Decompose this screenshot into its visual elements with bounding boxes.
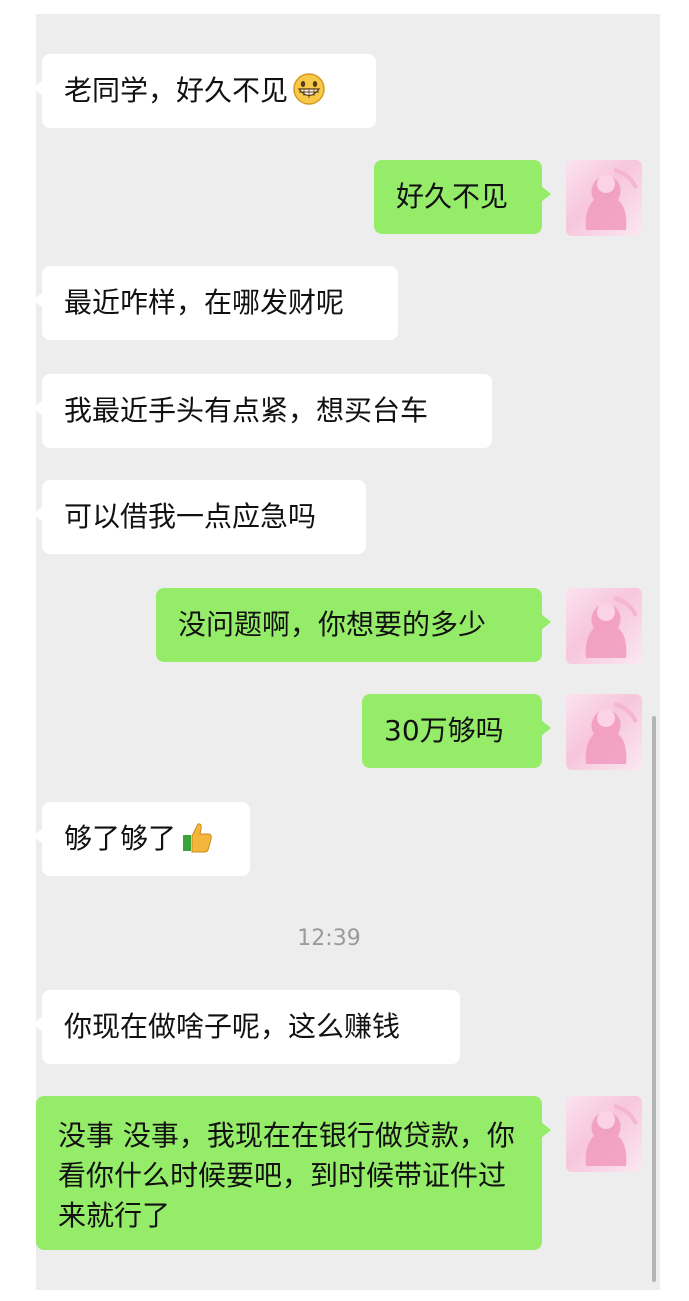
message-row-incoming: 最近咋样，在哪发财呢 xyxy=(33,266,398,340)
message-bubble-incoming[interactable]: 我最近手头有点紧，想买台车 xyxy=(33,374,492,448)
message-bubble-incoming[interactable]: 最近咋样，在哪发财呢 xyxy=(33,266,398,340)
message-bubble-incoming[interactable]: 你现在做啥子呢，这么赚钱 xyxy=(33,990,460,1064)
message-row-incoming: 老同学，好久不见 xyxy=(33,54,376,128)
message-text: 我最近手头有点紧，想买台车 xyxy=(64,394,429,427)
message-text: 没问题啊，你想要的多少 xyxy=(178,608,487,641)
thumbs-up-icon xyxy=(180,820,214,864)
avatar[interactable] xyxy=(566,160,642,236)
message-bubble-outgoing[interactable]: 没事 没事，我现在在银行做贷款，你看你什么时候要吧，到时候带证件过来就行了 xyxy=(36,1096,551,1250)
pink-silhouette-avatar-icon xyxy=(585,596,638,658)
message-bubble-outgoing[interactable]: 30万够吗 xyxy=(362,694,551,768)
avatar[interactable] xyxy=(566,588,642,664)
message-bubble-incoming[interactable]: 可以借我一点应急吗 xyxy=(33,480,366,554)
message-bubble-outgoing[interactable]: 没问题啊，你想要的多少 xyxy=(156,588,551,662)
message-row-incoming: 够了够了 xyxy=(33,802,250,876)
message-bubble-outgoing[interactable]: 好久不见 xyxy=(374,160,551,234)
message-row-incoming: 可以借我一点应急吗 xyxy=(33,480,366,554)
chat-area[interactable]: 老同学，好久不见 好久不见 最近咋样，在哪发财呢 我最近手头有点紧，想买台车 可… xyxy=(33,14,660,1290)
message-row-incoming: 你现在做啥子呢，这么赚钱 xyxy=(33,990,460,1064)
scrollbar[interactable] xyxy=(652,716,656,1282)
pink-silhouette-avatar-icon xyxy=(585,168,638,230)
avatar[interactable] xyxy=(566,1096,642,1172)
pink-silhouette-avatar-icon xyxy=(585,1104,638,1166)
message-text: 老同学，好久不见 xyxy=(64,74,289,107)
pink-silhouette-avatar-icon xyxy=(585,702,638,764)
message-text: 最近咋样，在哪发财呢 xyxy=(64,286,345,319)
grinning-face-icon xyxy=(292,72,326,116)
message-text: 30万够吗 xyxy=(384,714,504,747)
message-text: 好久不见 xyxy=(396,180,509,213)
message-bubble-incoming[interactable]: 老同学，好久不见 xyxy=(33,54,376,128)
message-text: 可以借我一点应急吗 xyxy=(64,500,317,533)
message-bubble-incoming[interactable]: 够了够了 xyxy=(33,802,250,876)
message-text: 你现在做啥子呢，这么赚钱 xyxy=(64,1010,401,1043)
message-text: 没事 没事，我现在在银行做贷款，你看你什么时候要吧，到时候带证件过来就行了 xyxy=(58,1119,515,1232)
message-row-incoming: 我最近手头有点紧，想买台车 xyxy=(33,374,492,448)
avatar[interactable] xyxy=(566,694,642,770)
timestamp: 12:39 xyxy=(297,926,361,951)
message-text: 够了够了 xyxy=(64,822,177,855)
